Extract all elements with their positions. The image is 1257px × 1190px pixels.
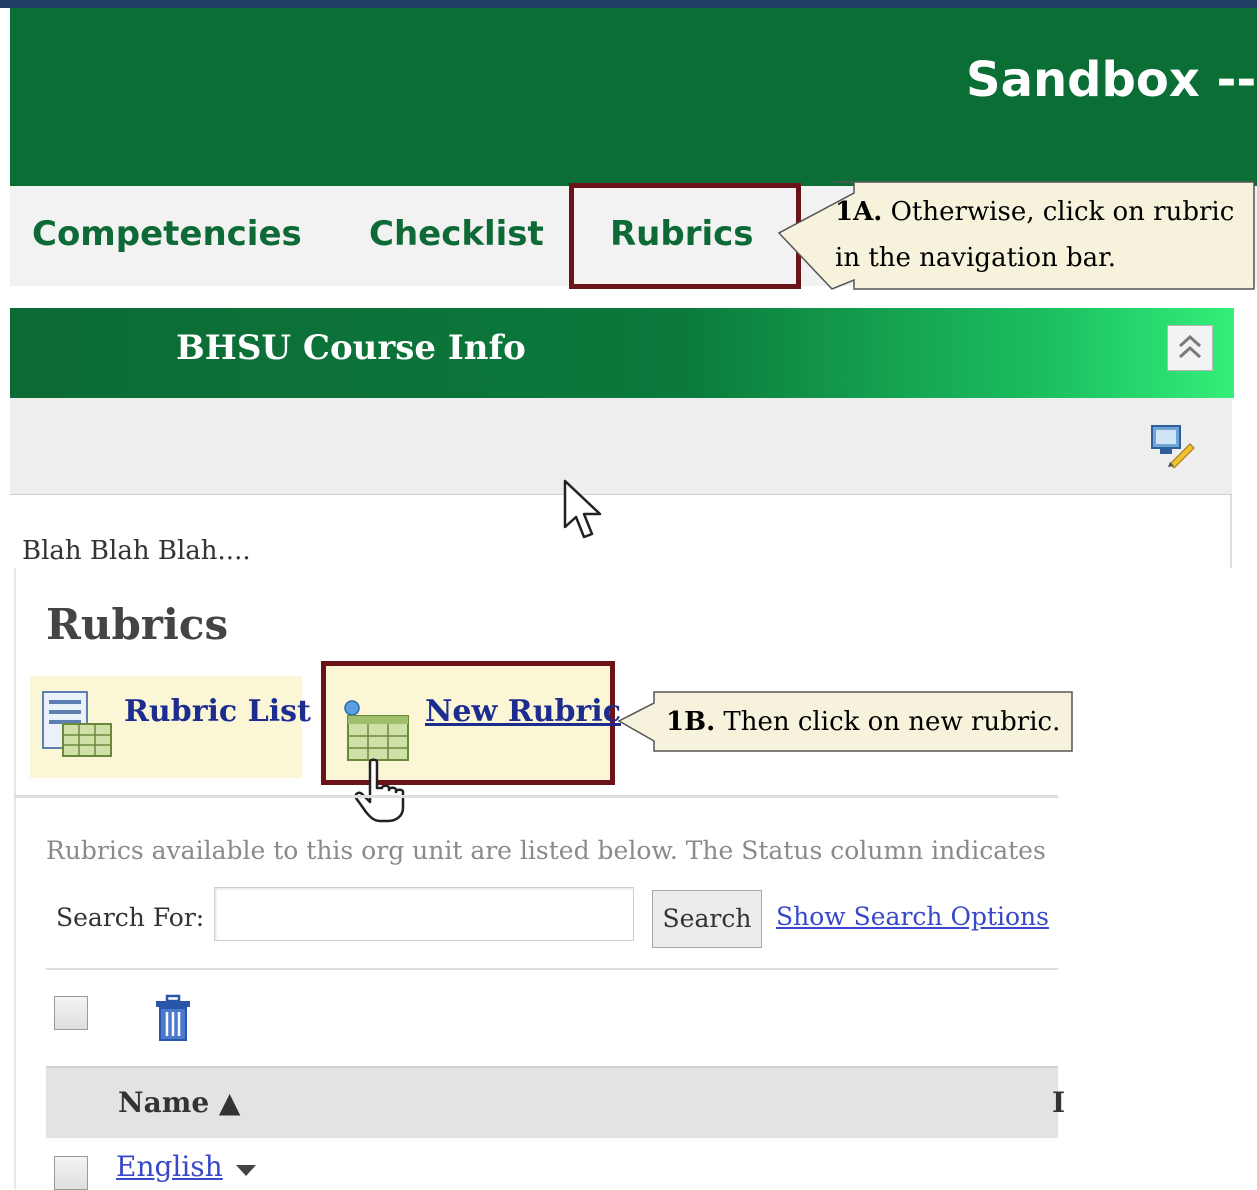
- hand-cursor-icon: [354, 758, 405, 823]
- rubric-list-link[interactable]: Rubric List: [124, 694, 311, 729]
- search-button[interactable]: Search: [652, 890, 762, 948]
- trash-icon[interactable]: [154, 994, 192, 1042]
- rubric-name-link[interactable]: English: [116, 1150, 223, 1183]
- divider: [14, 795, 1058, 798]
- search-input[interactable]: [214, 887, 634, 941]
- page-title: Rubrics: [46, 600, 229, 649]
- callout-1a: 1A. Otherwise, click on rubric in the na…: [778, 181, 1256, 291]
- edit-widget-icon[interactable]: [1148, 420, 1196, 468]
- new-rubric-icon: [344, 700, 409, 761]
- page-description: Rubrics available to this org unit are l…: [46, 836, 1050, 865]
- callout-1b: 1B. Then click on new rubric.: [618, 691, 1074, 753]
- search-label: Search For:: [56, 903, 205, 932]
- rubrics-highlight-box: [569, 183, 801, 289]
- column-header-name[interactable]: Name ▲: [118, 1086, 240, 1119]
- widget-toolbar: [10, 398, 1232, 495]
- callout-1a-line2: in the navigation bar.: [835, 243, 1116, 273]
- rubric-list-icon: [42, 691, 112, 757]
- column-header-next[interactable]: I: [1052, 1086, 1065, 1119]
- panel-left-border: [14, 568, 16, 1189]
- new-rubric-link[interactable]: New Rubric: [425, 694, 621, 729]
- callout-1b-text: 1B. Then click on new rubric.: [666, 707, 1061, 737]
- row-checkbox[interactable]: [54, 1156, 88, 1190]
- site-title: Sandbox --: [966, 52, 1257, 108]
- show-search-options-link[interactable]: Show Search Options: [776, 902, 1050, 931]
- nav-item-checklist[interactable]: Checklist: [369, 214, 544, 254]
- mouse-pointer-icon: [563, 479, 602, 539]
- widget-title: BHSU Course Info: [176, 328, 526, 368]
- widget-body-text: Blah Blah Blah....: [22, 536, 251, 566]
- actions-divider: [46, 968, 1058, 970]
- collapse-widget-button[interactable]: [1167, 325, 1213, 371]
- select-all-checkbox[interactable]: [54, 996, 88, 1030]
- callout-1a-line1: 1A. Otherwise, click on rubric: [835, 197, 1235, 227]
- nav-item-competencies[interactable]: Competencies: [32, 214, 302, 254]
- top-rule: [0, 0, 1257, 8]
- collapse-up-icon: [1178, 334, 1202, 359]
- dropdown-arrow-icon[interactable]: [234, 1162, 258, 1178]
